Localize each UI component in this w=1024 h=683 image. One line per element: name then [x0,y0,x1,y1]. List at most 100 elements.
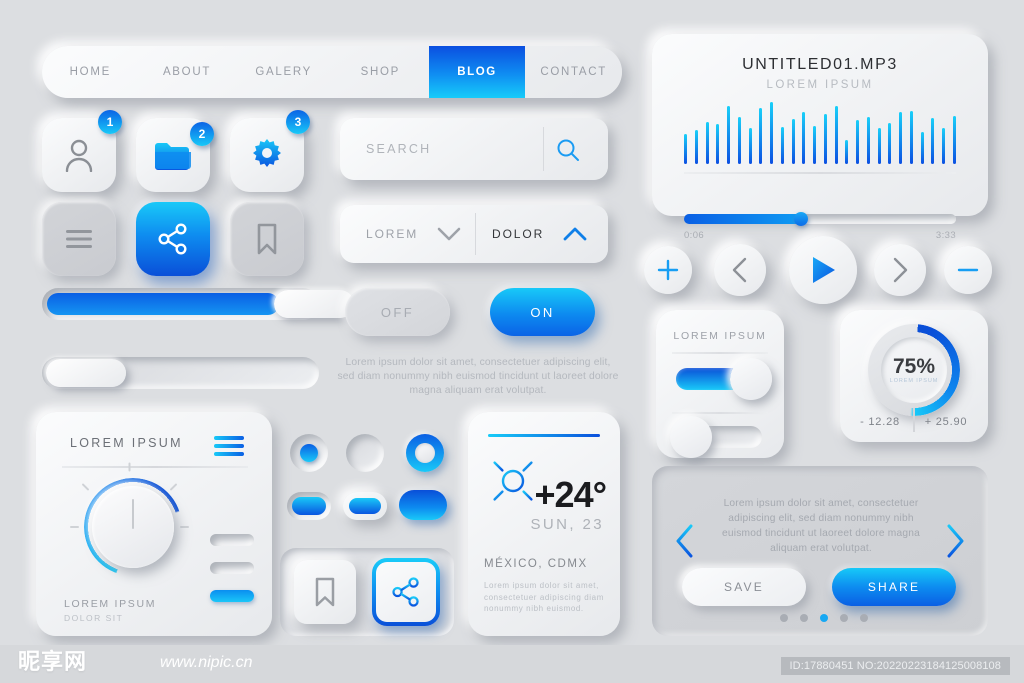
waveform-bar [737,117,741,164]
bookmark-icon [257,223,277,255]
radio-selected-ring[interactable] [406,434,444,472]
pill-outline[interactable] [343,492,387,520]
toggle-off-knob[interactable] [670,416,712,458]
nav-item-shop[interactable]: SHOP [332,46,429,98]
slider-track-filled[interactable] [42,288,354,320]
tile-share-active[interactable] [136,202,210,276]
chevron-down-icon[interactable] [436,225,462,243]
audio-player-card: UNTITLED01.MP3 LOREM IPSUM 0:06 3:33 [652,34,988,241]
waveform-bar [759,108,763,164]
chevron-right-icon [893,257,908,283]
nav-item-home[interactable]: HOME [42,46,139,98]
tile-settings[interactable]: 3 [230,110,310,192]
knob-tick [128,462,131,472]
waveform-bar [834,106,838,164]
share-button[interactable]: SHARE [832,568,956,606]
watermark-id: ID:17880451 NO:20220223184125008108 [780,657,1010,675]
tile-bookmark[interactable] [230,202,304,276]
waveform-bar [716,124,720,164]
next-button[interactable] [874,244,926,296]
pill-inset-fill [292,497,326,515]
nav-item-galery[interactable]: GALERY [235,46,332,98]
knob-dial[interactable] [92,486,174,568]
player-progress-fill [684,214,802,224]
radio-empty[interactable] [346,434,384,472]
waveform-bar [748,128,752,164]
carousel-dot-3-active[interactable] [820,614,828,622]
player-progress-knob[interactable] [794,212,808,226]
search-input[interactable]: SEARCH [366,142,431,156]
search-icon[interactable] [556,138,580,162]
radio-inner-dot [300,444,318,462]
dropdown-lorem-label[interactable]: LOREM [366,227,418,241]
mini-bar-2[interactable] [210,562,254,574]
pill-outline-fill [349,498,381,514]
nav-item-blog[interactable]: BLOG [428,46,526,98]
toggle-on-knob[interactable] [730,358,772,400]
pill-raised[interactable] [399,490,447,520]
weather-accent-line [488,434,600,437]
player-progress-track[interactable] [684,212,956,226]
dropdown-row: LOREM DOLOR [340,205,608,263]
mini-bar-3-active[interactable] [210,590,254,602]
search-bar[interactable]: SEARCH [340,118,608,180]
remove-button[interactable] [944,246,992,294]
knob-card-title: LOREM IPSUM [70,436,183,450]
weather-city: MÉXICO, CDMX [484,558,588,570]
group-share-button-active[interactable] [372,558,440,626]
slider-track-empty[interactable] [42,357,319,389]
user-icon [65,139,93,172]
pill-inset[interactable] [287,492,331,520]
carousel-dot-2[interactable] [800,614,808,622]
chevron-up-icon[interactable] [562,225,588,243]
carousel-dot-4[interactable] [840,614,848,622]
percent-left-stat: - 12.28 [860,416,900,428]
hamburger-icon[interactable] [214,436,244,460]
watermark-url: www.nipic.cn [160,654,253,671]
tile-user[interactable]: 1 [42,110,122,192]
knob-card: LOREM IPSUM LOREM IPSUM DOLOR SIT [36,412,272,636]
radio-selected-filled[interactable] [290,434,328,472]
waveform-bar [920,132,924,164]
carousel-next-icon[interactable] [944,524,966,558]
waveform-bar [684,134,687,164]
carousel-dot-1[interactable] [780,614,788,622]
mini-bar-1[interactable] [210,534,254,546]
dropdown-dolor-label[interactable]: DOLOR [492,227,544,241]
group-bookmark-button[interactable] [294,560,356,624]
tile-menu[interactable] [42,202,116,276]
off-button[interactable]: OFF [345,288,450,336]
slider-knob[interactable] [274,290,354,318]
player-time-total: 3:33 [935,230,956,241]
badge-count-settings: 3 [286,110,310,134]
slider-knob-empty[interactable] [46,359,126,387]
badge-count-folder: 2 [190,122,214,146]
on-button[interactable]: ON [490,288,595,336]
waveform-bar [899,112,902,164]
waveform-bar [694,130,698,164]
ui-kit-canvas: HOME ABOUT GALERY SHOP BLOG CONTACT 1 2 [0,0,1024,683]
play-button[interactable] [789,236,857,304]
weather-day: SUN, 23 [530,516,604,533]
waveform-bar [802,112,806,164]
nav-item-contact[interactable]: CONTACT [525,46,622,98]
carousel-prev-icon[interactable] [674,524,696,558]
percent-right-stat: + 25.90 [924,416,968,428]
body-paragraph: Lorem ipsum dolor sit amet, consectetuer… [337,357,619,396]
knob-tick [81,483,90,491]
sun-icon [485,453,541,509]
carousel-dot-5[interactable] [860,614,868,622]
tile-folder[interactable]: 2 [136,118,214,192]
watermark-bar: 昵享网 www.nipic.cn ID:17880451 NO:20220223… [0,645,1024,683]
bookmark-share-group [280,548,454,636]
player-subtitle: LOREM IPSUM [766,79,874,91]
waveform-bar [823,114,827,164]
toggle-card-title: LOREM IPSUM [673,330,767,342]
toggle-card-divider [672,352,768,354]
weather-description: Lorem ipsum dolor sit amet, consectetuer… [484,581,604,613]
percent-card: 75% LOREM IPSUM - 12.28 + 25.90 [840,310,988,442]
save-button[interactable]: SAVE [682,568,806,606]
nav-item-about[interactable]: ABOUT [139,46,236,98]
add-button[interactable] [644,246,692,294]
previous-button[interactable] [714,244,766,296]
